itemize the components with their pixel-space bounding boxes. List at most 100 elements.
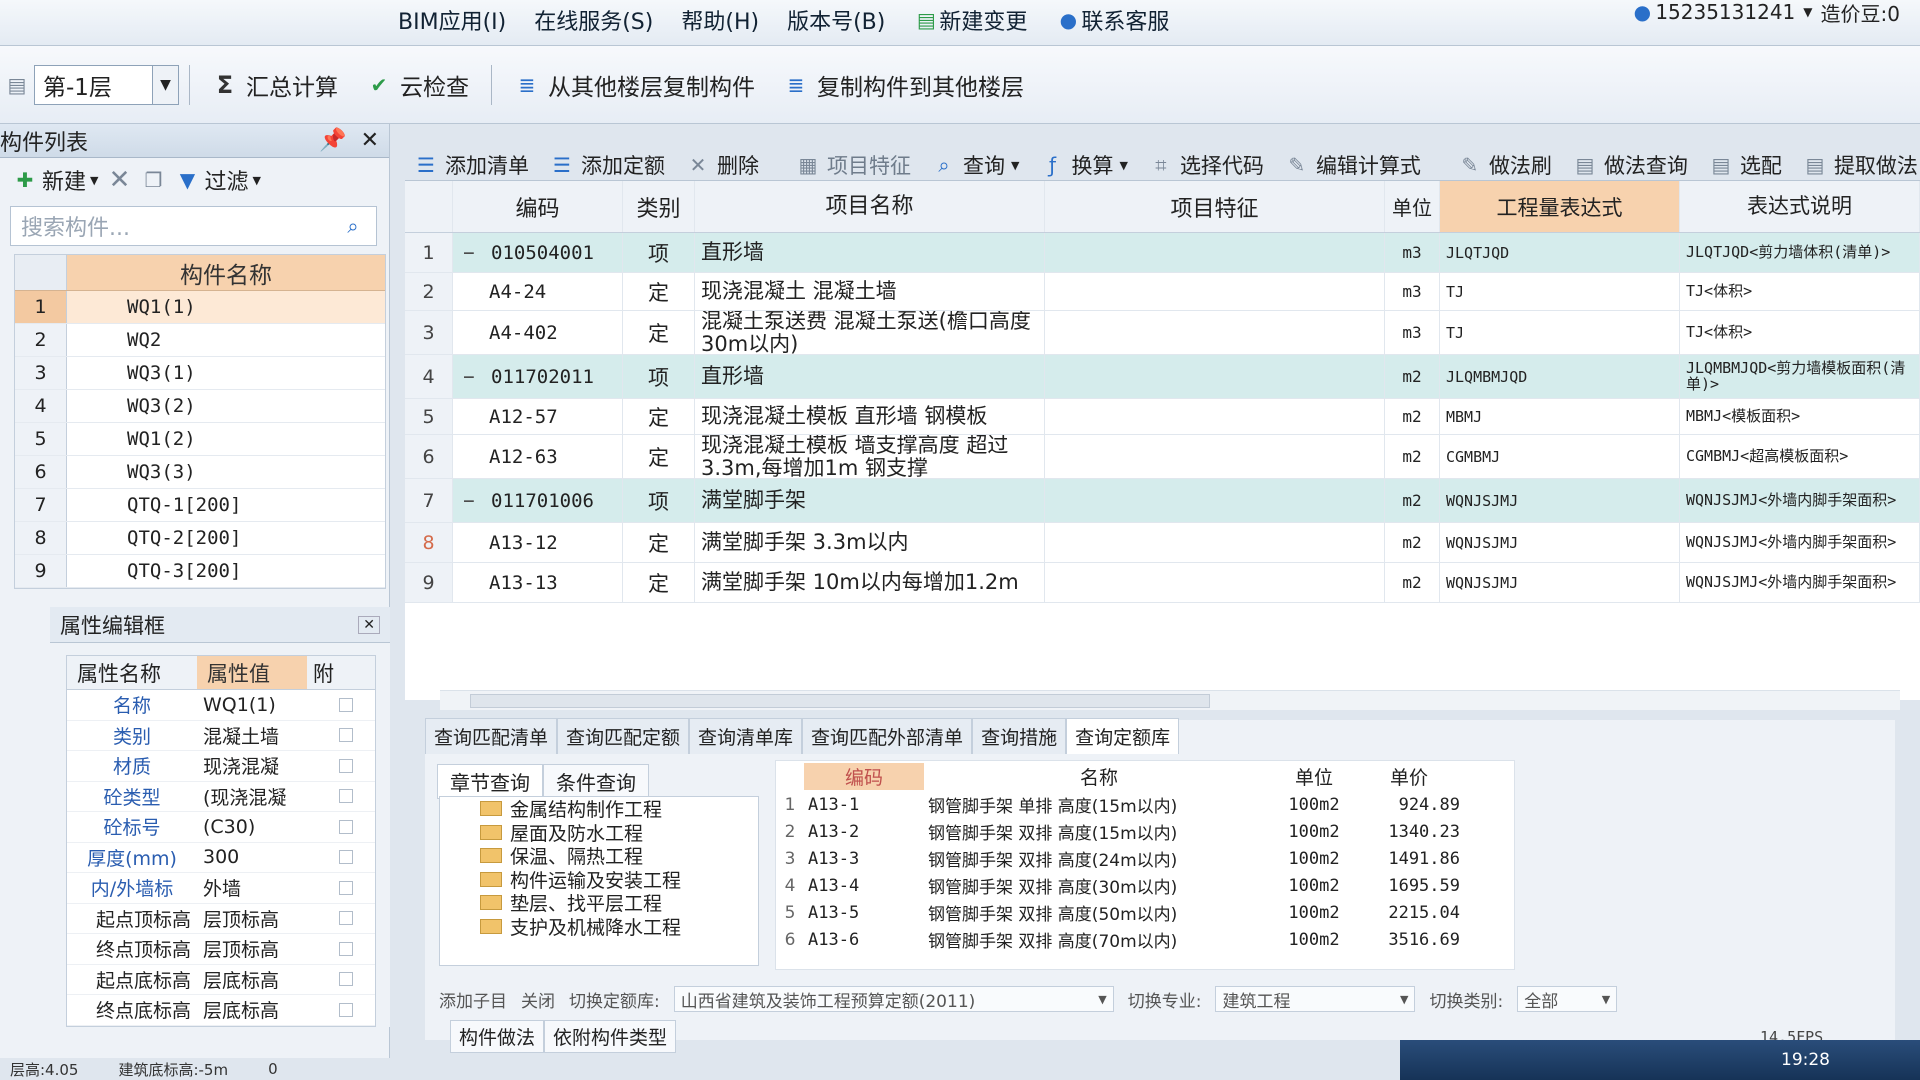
feature-cell[interactable] bbox=[1045, 355, 1385, 398]
results-price-header[interactable]: 单价 bbox=[1354, 763, 1464, 790]
kind-cell[interactable]: 定 bbox=[623, 523, 695, 562]
grid-row[interactable]: 2 A4-24 定现浇混凝土 混凝土墙 m3 TJ TJ<体积> bbox=[405, 273, 1920, 311]
results-name-header[interactable]: 名称 bbox=[924, 763, 1274, 790]
grid-row[interactable]: 9 A13-13 定满堂脚手架 10m以内每增加1.2m m2 WQNJSJMJ WQNJ… bbox=[405, 563, 1920, 603]
unit-cell[interactable]: m2 bbox=[1385, 435, 1440, 478]
new-button[interactable]: ✚ 新建 ▼ bbox=[12, 164, 99, 196]
checkbox[interactable] bbox=[339, 758, 353, 773]
expression-cell[interactable]: JLQTJQD bbox=[1440, 233, 1680, 272]
component-row[interactable]: 3 WQ3(1) bbox=[15, 357, 385, 390]
attach-checkbox[interactable] bbox=[317, 812, 375, 842]
chevron-down-icon[interactable]: ▼ bbox=[152, 65, 178, 104]
expression-cell[interactable]: TJ bbox=[1440, 311, 1680, 354]
expression-cell[interactable]: WQNJSJMJ bbox=[1440, 563, 1680, 602]
checkbox[interactable] bbox=[339, 819, 353, 834]
name-cell[interactable]: 现浇混凝土模板 墙支撑高度 超过3.3m,每增加1m 钢支撑 bbox=[695, 435, 1045, 478]
property-row[interactable]: 砼标号 (C30) bbox=[67, 812, 375, 843]
property-value[interactable]: 300 bbox=[197, 843, 317, 873]
property-value[interactable]: 层顶标高 bbox=[197, 934, 317, 964]
method-query-button[interactable]: ▤ 做法查询 bbox=[1564, 150, 1696, 180]
collapse-icon[interactable]: − bbox=[459, 490, 479, 512]
property-value[interactable]: 现浇混凝 bbox=[197, 751, 317, 781]
property-value[interactable]: 混凝土墙 bbox=[197, 721, 317, 751]
feature-cell[interactable] bbox=[1045, 233, 1385, 272]
new-change-button[interactable]: ▤ 新建变更 bbox=[899, 4, 1041, 36]
component-row[interactable]: 8 QTQ-2[200] bbox=[15, 522, 385, 555]
tree-item[interactable]: 保温、隔热工程 bbox=[440, 844, 758, 868]
checkbox[interactable] bbox=[339, 941, 353, 956]
checkbox[interactable] bbox=[339, 789, 353, 804]
property-row[interactable]: 起点底标高 层底标高 bbox=[67, 965, 375, 995]
feature-cell[interactable] bbox=[1045, 523, 1385, 562]
component-row[interactable]: 5 WQ1(2) bbox=[15, 423, 385, 456]
code-cell[interactable]: A12-63 bbox=[453, 435, 623, 478]
unit-cell[interactable]: m2 bbox=[1385, 479, 1440, 522]
property-value[interactable]: 层底标高 bbox=[197, 965, 317, 995]
kind-cell[interactable]: 定 bbox=[623, 273, 695, 310]
code-cell[interactable]: −011702011 bbox=[453, 355, 623, 398]
feature-header[interactable]: 项目特征 bbox=[1045, 181, 1385, 232]
expression-header[interactable]: 工程量表达式 bbox=[1440, 181, 1680, 232]
search-icon[interactable]: ⌕ bbox=[340, 213, 366, 239]
tab-component-method[interactable]: 构件做法 bbox=[450, 1020, 545, 1053]
property-value[interactable]: WQ1(1) bbox=[197, 690, 317, 720]
grid-row[interactable]: 1−010504001 项直形墙 m3 JLQTJQD JLQTJQD<剪力墙体积(清单… bbox=[405, 233, 1920, 273]
select-match-button[interactable]: ▤ 选配 bbox=[1700, 150, 1790, 180]
property-row[interactable]: 终点顶标高 层顶标高 bbox=[67, 934, 375, 965]
kind-cell[interactable]: 定 bbox=[623, 435, 695, 478]
code-cell[interactable]: A13-13 bbox=[453, 563, 623, 602]
result-row[interactable]: 6 A13-6 钢管脚手架 双排 高度(70m以内) 100m2 3516.69 bbox=[776, 926, 1514, 953]
property-value[interactable]: 层顶标高 bbox=[197, 904, 317, 934]
grid-row[interactable]: 6 A12-63 定现浇混凝土模板 墙支撑高度 超过3.3m,每增加1m 钢支撑 m2… bbox=[405, 435, 1920, 479]
delete-icon[interactable]: ✕ bbox=[106, 165, 132, 195]
expression-cell[interactable]: TJ bbox=[1440, 273, 1680, 310]
close-icon[interactable]: ✕ bbox=[361, 128, 379, 153]
expression-cell[interactable]: WQNJSJMJ bbox=[1440, 479, 1680, 522]
kind-cell[interactable]: 定 bbox=[623, 399, 695, 434]
result-row[interactable]: 1 A13-1 钢管脚手架 单排 高度(15m以内) 100m2 924.89 bbox=[776, 791, 1514, 818]
cloud-check-button[interactable]: ✔ 云检查 bbox=[354, 61, 481, 109]
expression-cell[interactable]: WQNJSJMJ bbox=[1440, 523, 1680, 562]
description-header[interactable]: 表达式说明 bbox=[1680, 181, 1920, 232]
quota-library-select[interactable]: 山西省建筑及装饰工程预算定额(2011) ▼ bbox=[673, 986, 1114, 1012]
query-tab[interactable]: 查询定额库 bbox=[1066, 718, 1180, 754]
menu-online-service[interactable]: 在线服务(S) bbox=[520, 4, 667, 36]
checkbox[interactable] bbox=[339, 880, 353, 895]
attach-checkbox[interactable] bbox=[317, 690, 375, 720]
name-cell[interactable]: 混凝土泵送费 混凝土泵送(檐口高度30m以内) bbox=[695, 311, 1045, 354]
kind-cell[interactable]: 项 bbox=[623, 233, 695, 272]
contact-service-button[interactable]: ● 联系客服 bbox=[1041, 4, 1183, 36]
checkbox[interactable] bbox=[339, 972, 353, 987]
scrollbar-thumb[interactable] bbox=[470, 694, 1210, 708]
chevron-down-icon[interactable]: ▼ bbox=[1803, 5, 1812, 19]
property-value[interactable]: 外墙 bbox=[197, 873, 317, 903]
results-unit-header[interactable]: 单位 bbox=[1274, 763, 1354, 790]
menu-help[interactable]: 帮助(H) bbox=[667, 4, 773, 36]
tree-item[interactable]: 屋面及防水工程 bbox=[440, 821, 758, 845]
major-select[interactable]: 建筑工程 ▼ bbox=[1215, 986, 1416, 1012]
attach-checkbox[interactable] bbox=[317, 721, 375, 751]
tree-item[interactable]: 支护及机械降水工程 bbox=[440, 915, 758, 939]
expression-cell[interactable]: MBMJ bbox=[1440, 399, 1680, 434]
select-code-button[interactable]: ⌗ 选择代码 bbox=[1140, 150, 1272, 180]
grid-row[interactable]: 5 A12-57 定现浇混凝土模板 直形墙 钢模板 m2 MBMJ MBMJ<模板面积> bbox=[405, 399, 1920, 435]
code-cell[interactable]: −011701006 bbox=[453, 479, 623, 522]
add-quota-button[interactable]: ☰ 添加定额 bbox=[541, 150, 673, 180]
query-button[interactable]: ⌕ 查询 ▼ bbox=[923, 150, 1027, 180]
collapse-icon[interactable]: − bbox=[459, 366, 479, 388]
result-row[interactable]: 2 A13-2 钢管脚手架 双排 高度(15m以内) 100m2 1340.23 bbox=[776, 818, 1514, 845]
account-number[interactable]: 15235131241 bbox=[1655, 0, 1795, 24]
checkbox[interactable] bbox=[339, 728, 353, 743]
kind-cell[interactable]: 定 bbox=[623, 311, 695, 354]
query-tab[interactable]: 查询匹配清单 bbox=[425, 718, 558, 754]
name-cell[interactable]: 现浇混凝土 混凝土墙 bbox=[695, 273, 1045, 310]
attach-checkbox[interactable] bbox=[317, 904, 375, 934]
grid-row[interactable]: 7−011701006 项满堂脚手架 m2 WQNJSJMJ WQNJSJMJ<外墙内脚… bbox=[405, 479, 1920, 523]
attach-checkbox[interactable] bbox=[317, 965, 375, 995]
kind-header[interactable]: 类别 bbox=[623, 181, 695, 232]
name-cell[interactable]: 直形墙 bbox=[695, 233, 1045, 272]
property-row[interactable]: 材质 现浇混凝 bbox=[67, 751, 375, 782]
component-row[interactable]: 1 WQ1(1) bbox=[15, 291, 385, 324]
result-row[interactable]: 5 A13-5 钢管脚手架 双排 高度(50m以内) 100m2 2215.04 bbox=[776, 899, 1514, 926]
feature-cell[interactable] bbox=[1045, 563, 1385, 602]
